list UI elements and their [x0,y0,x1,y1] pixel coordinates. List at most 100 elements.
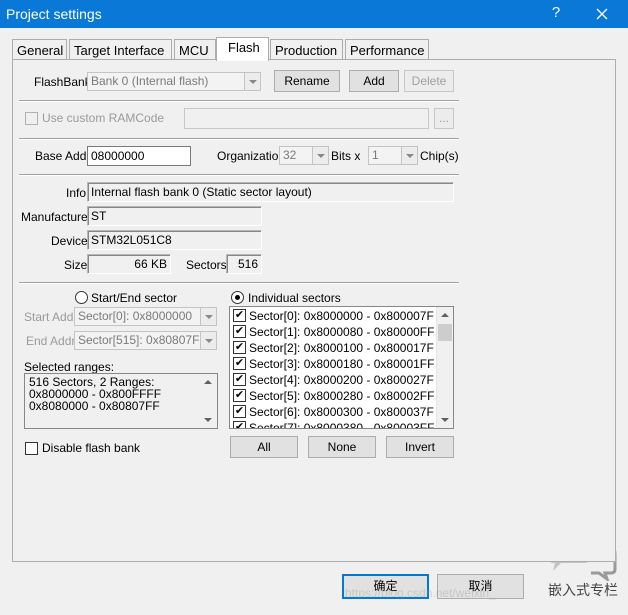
tab-label: Target Interface [74,43,165,58]
scroll-thumb[interactable] [438,324,452,341]
individual-sectors-radio[interactable] [231,291,244,304]
watermark-url: https://blog.csdn.net/weixin_ [345,586,496,600]
title-bar: Project settings ? [0,0,628,28]
chevron-down-icon [200,332,216,349]
start-addr-label: Start Addr [24,310,78,324]
flashbank-label: FlashBank [34,75,91,89]
brand-watermark: 嵌入式专栏 [548,582,618,598]
base-addr-label: Base Addr [35,149,91,163]
flashbank-select[interactable]: Bank 0 (Internal flash) [87,72,261,91]
invert-selection-button[interactable]: Invert [386,436,454,458]
start-end-sector-radio[interactable] [75,291,88,304]
chevron-down-icon [244,73,260,90]
manufacturer-value: ST [87,206,262,226]
sector-text: Sector[1]: 0x8000080 - 0x80000FF [249,325,435,339]
tab-flash[interactable]: Flash [216,37,269,61]
start-addr-value: Sector[0]: 0x8000000 [78,309,193,323]
rename-button[interactable]: Rename [274,70,340,92]
sector-checkbox[interactable]: ✔ [233,373,246,386]
disable-flash-bank-label: Disable flash bank [42,441,141,455]
base-addr-input[interactable]: 08000000 [87,146,191,166]
ramcode-label: Use custom RAMCode [42,111,165,125]
sector-text: Sector[7]: 0x8000380 - 0x80003FF [249,421,435,429]
tab-target-interface[interactable]: Target Interface [69,39,172,60]
list-item[interactable]: ✔ Sector[7]: 0x8000380 - 0x80003FF [232,420,435,429]
list-item[interactable]: ✔ Sector[5]: 0x8000280 - 0x80002FF [232,388,435,404]
ranges-scrollbar[interactable] [200,374,217,428]
ramcode-browse-button[interactable]: ... [434,108,454,129]
close-button[interactable] [590,3,614,25]
sector-checkbox[interactable]: ✔ [233,421,246,428]
end-addr-value: Sector[515]: 0x80807FF [78,333,207,347]
start-addr-select[interactable]: Sector[0]: 0x8000000 [74,307,217,326]
divider [19,282,459,284]
window-title: Project settings [6,6,102,22]
list-item[interactable]: ✔ Sector[3]: 0x8000180 - 0x80001FF [232,356,435,372]
size-label: Size [64,258,88,272]
divider [19,138,459,140]
add-button[interactable]: Add [349,70,399,92]
selected-ranges-box: 516 Sectors, 2 Ranges: 0x8000000 - 0x800… [24,373,218,429]
chips-select[interactable]: 1 [368,146,418,165]
scroll-down-icon[interactable] [200,412,216,428]
sector-checkbox[interactable]: ✔ [233,309,246,322]
sector-text: Sector[5]: 0x8000280 - 0x80002FF [249,389,435,403]
start-end-sector-label: Start/End sector [91,291,178,305]
list-item[interactable]: ✔ Sector[1]: 0x8000080 - 0x80000FF [232,324,435,340]
organization-select[interactable]: 32 [279,146,329,165]
ramcode-path-field[interactable] [184,108,429,129]
help-button[interactable]: ? [548,4,564,24]
sector-checkbox[interactable]: ✔ [233,389,246,402]
individual-sectors-label: Individual sectors [248,291,341,305]
tab-general[interactable]: General [12,39,67,60]
organization-label: Organization [217,149,286,163]
sector-list[interactable]: ✔ Sector[0]: 0x8000000 - 0x800007F ✔ Sec… [229,306,454,429]
organization-value: 32 [283,148,297,162]
sector-text: Sector[0]: 0x8000000 - 0x800007F [249,309,434,323]
list-item[interactable]: ✔ Sector[2]: 0x8000100 - 0x800017F [232,340,435,356]
scroll-down-icon[interactable] [437,412,453,428]
flashbank-selected: Bank 0 (Internal flash) [91,74,209,88]
tab-label: MCU [179,43,209,58]
size-value: 66 KB [87,254,171,274]
chevron-down-icon [200,308,216,325]
sector-list-scrollbar[interactable] [436,307,453,428]
list-item[interactable]: ✔ Sector[6]: 0x8000300 - 0x800037F [232,404,435,420]
chips-value: 1 [372,148,379,162]
device-value: STM32L051C8 [87,230,262,250]
divider [19,174,459,176]
tab-label: General [17,43,64,58]
tab-label: Production [275,43,338,58]
tab-label: Flash [228,40,260,55]
tab-performance[interactable]: Performance [345,39,429,60]
list-item[interactable]: ✔ Sector[4]: 0x8000200 - 0x800027F [232,372,435,388]
tab-mcu[interactable]: MCU [174,39,216,60]
list-item[interactable]: ✔ Sector[0]: 0x8000000 - 0x800007F [232,308,435,324]
end-addr-label: End Addr [26,334,76,348]
disable-flash-bank-checkbox[interactable] [25,442,38,455]
flash-settings-panel: FlashBank Bank 0 (Internal flash) Rename… [12,59,616,562]
selected-ranges-label: Selected ranges: [24,360,115,374]
sectors-value: 516 [226,254,262,274]
tab-production[interactable]: Production [270,39,343,60]
select-none-button[interactable]: None [308,436,376,458]
sector-checkbox[interactable]: ✔ [233,405,246,418]
sector-text: Sector[2]: 0x8000100 - 0x800017F [249,341,434,355]
scroll-up-icon[interactable] [437,307,453,323]
device-label: Device [51,234,88,248]
ramcode-checkbox[interactable] [25,112,38,125]
bits-label: Bits x [331,149,361,163]
close-icon [596,8,608,20]
select-all-button[interactable]: All [230,436,298,458]
sector-checkbox[interactable]: ✔ [233,325,246,338]
info-label: Info [66,186,87,200]
sector-text: Sector[4]: 0x8000200 - 0x800027F [249,373,434,387]
sector-text: Sector[6]: 0x8000300 - 0x800037F [249,405,434,419]
delete-button[interactable]: Delete [404,70,454,92]
chevron-down-icon [312,147,328,164]
scroll-up-icon[interactable] [200,374,216,390]
sector-checkbox[interactable]: ✔ [233,341,246,354]
info-value: Internal flash bank 0 (Static sector lay… [87,182,454,202]
end-addr-select[interactable]: Sector[515]: 0x80807FF [74,331,217,350]
sector-checkbox[interactable]: ✔ [233,357,246,370]
